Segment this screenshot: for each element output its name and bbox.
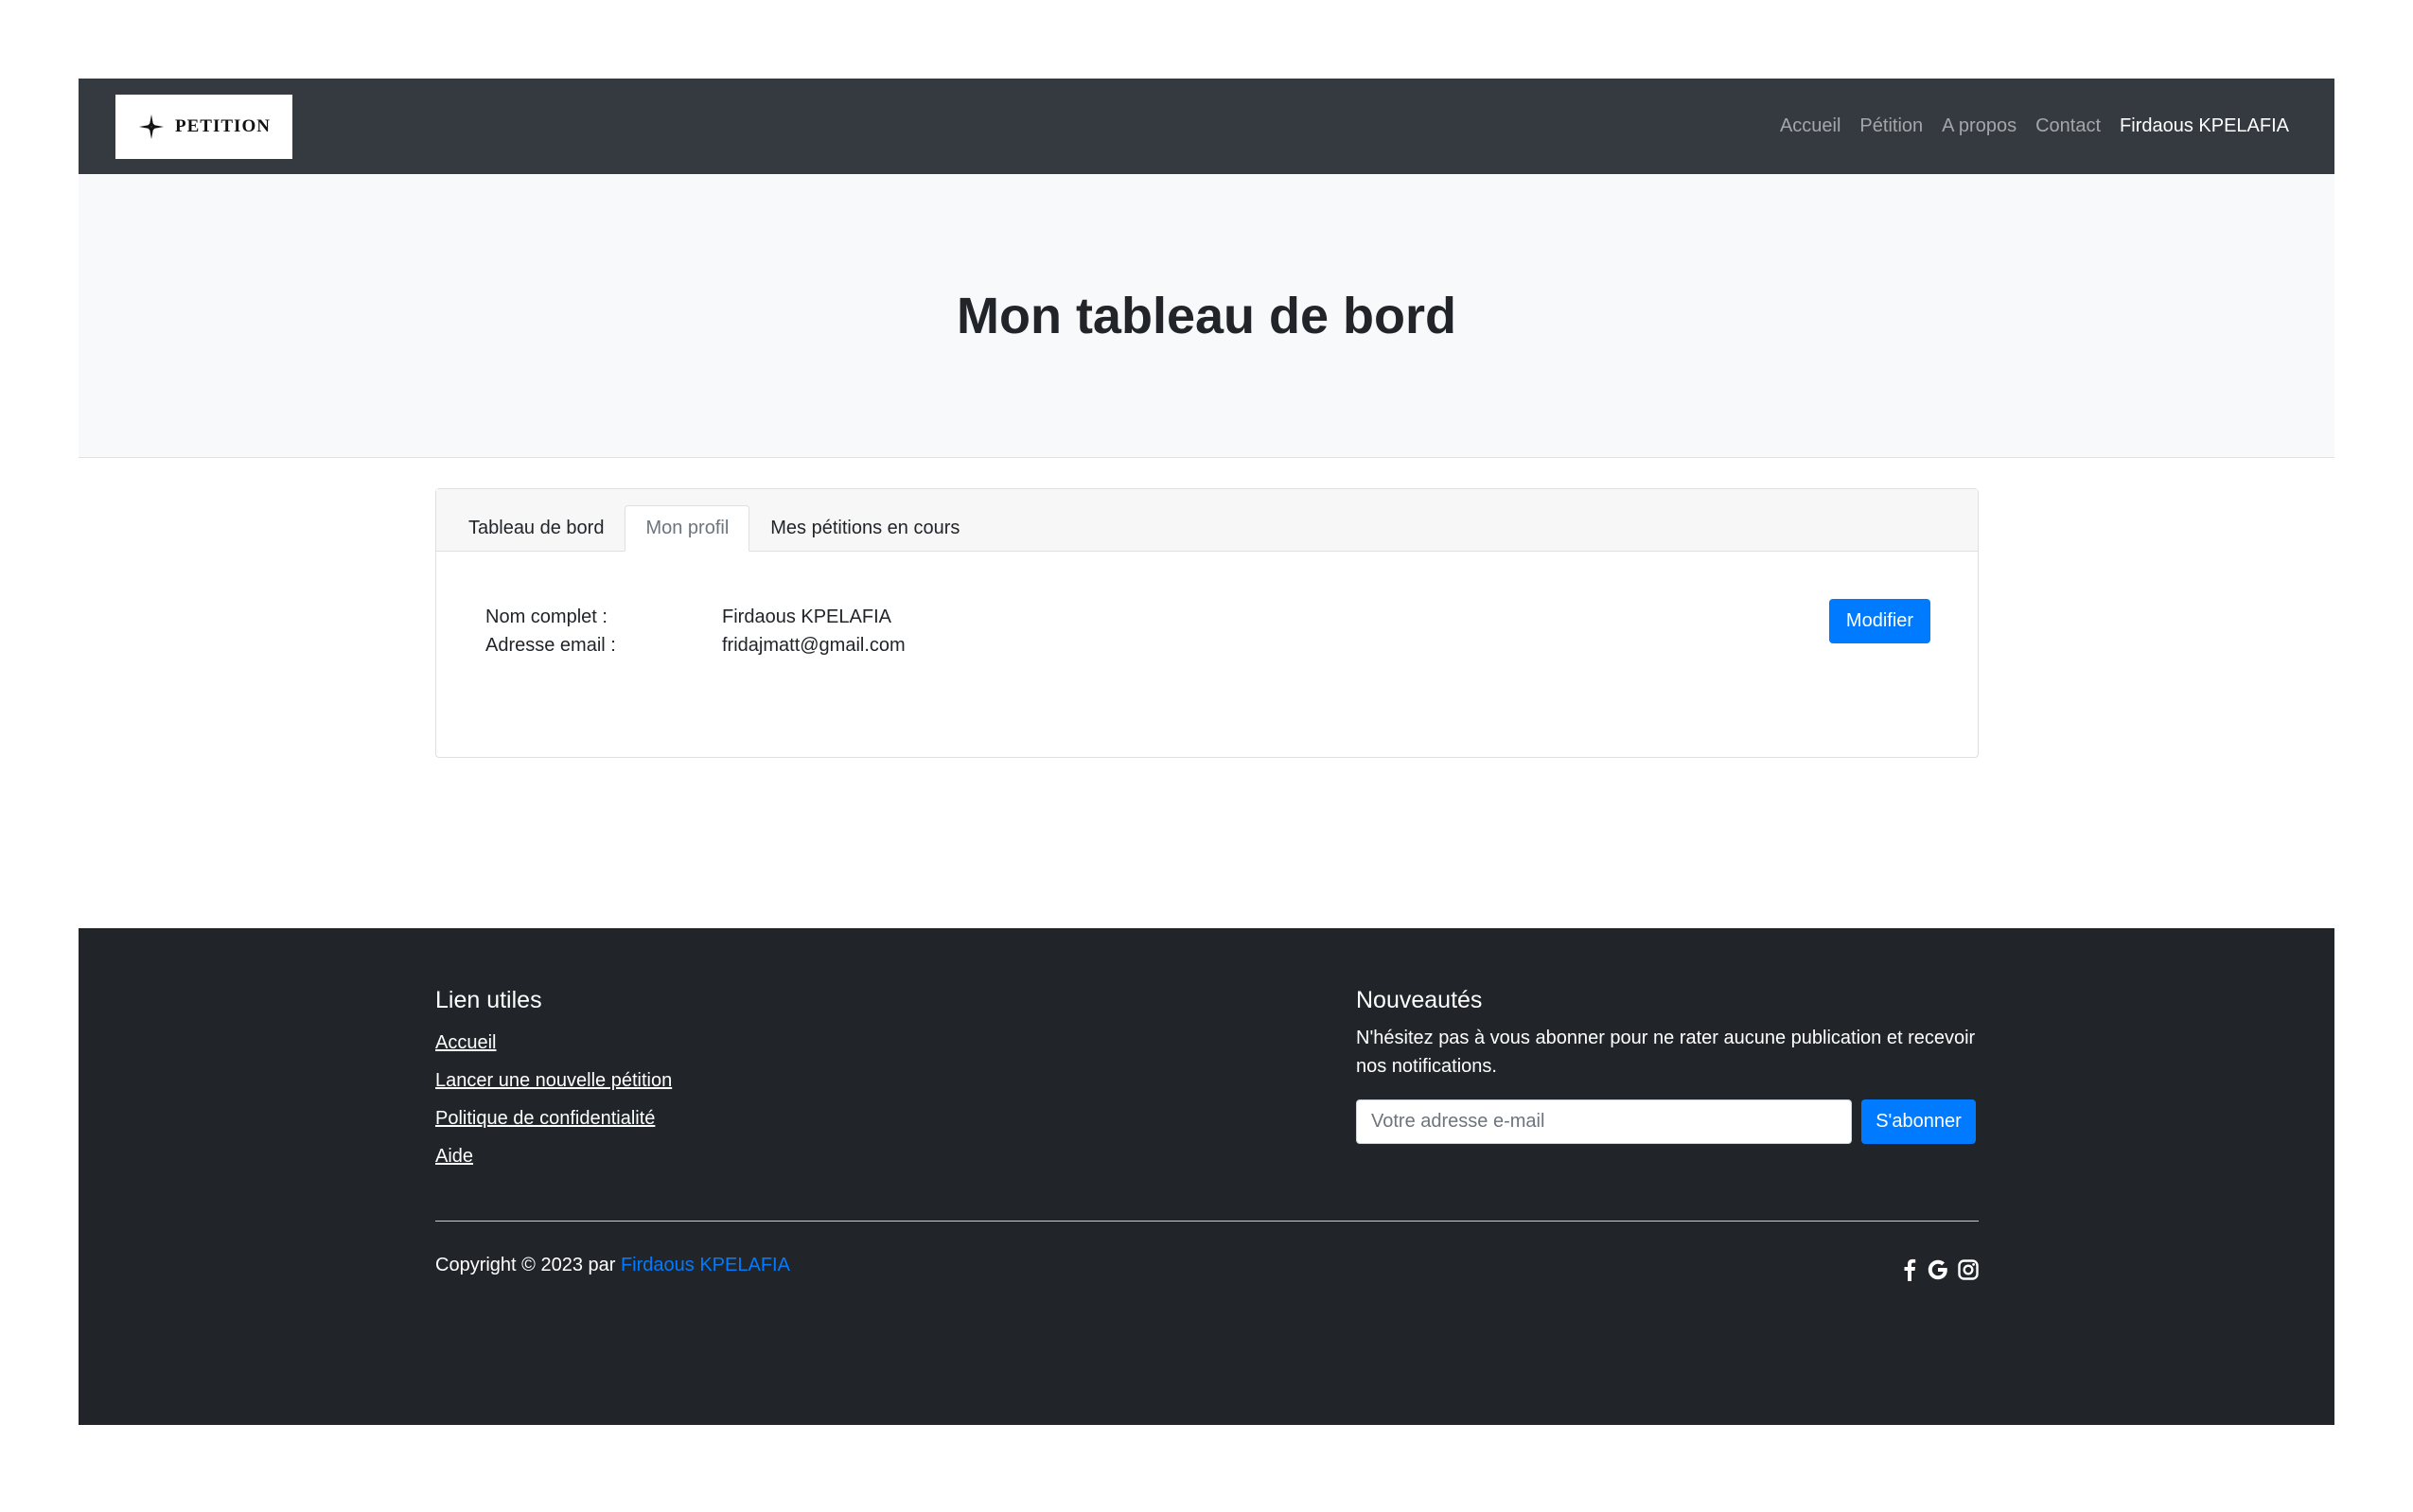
nav-item-a-propos[interactable]: A propos <box>1942 115 2017 137</box>
footer-divider <box>435 1221 1979 1222</box>
tab-bar: Tableau de bord Mon profil Mes pétitions… <box>436 489 1978 552</box>
email-label: Adresse email : <box>485 635 616 656</box>
subscribe-button[interactable]: S'abonner <box>1860 1099 1976 1144</box>
newsletter-section: Nouveautés N'hésitez pas à vous abonner … <box>1356 987 1976 1144</box>
newsletter-title: Nouveautés <box>1356 987 1483 1013</box>
footer-link-accueil[interactable]: Accueil <box>435 1024 672 1062</box>
modify-button[interactable]: Modifier <box>1829 599 1930 643</box>
footer-links-title: Lien utiles <box>435 987 542 1013</box>
instagram-icon[interactable] <box>1957 1257 1980 1282</box>
footer: Lien utiles Accueil Lancer une nouvelle … <box>79 928 2334 1425</box>
footer-links-section: Lien utiles Accueil Lancer une nouvelle … <box>435 987 672 1175</box>
page-title: Mon tableau de bord <box>956 287 1456 344</box>
facebook-icon[interactable] <box>1900 1257 1919 1282</box>
hero-section: Mon tableau de bord <box>79 174 2334 458</box>
nav-item-petition[interactable]: Pétition <box>1859 115 1923 137</box>
navbar: PETITION Accueil Pétition A propos Conta… <box>79 79 2334 174</box>
footer-link-new-petition[interactable]: Lancer une nouvelle pétition <box>435 1062 672 1099</box>
nav-item-accueil[interactable]: Accueil <box>1780 115 1841 137</box>
subscribe-form: S'abonner <box>1356 1099 1976 1144</box>
copyright-text: Copyright © 2023 par <box>435 1255 616 1275</box>
google-icon[interactable] <box>1927 1257 1949 1282</box>
tab-tableau-de-bord[interactable]: Tableau de bord <box>448 505 625 552</box>
copyright: Copyright © 2023 par Firdaous KPELAFIA <box>435 1255 790 1276</box>
profile-card: Tableau de bord Mon profil Mes pétitions… <box>435 488 1979 758</box>
tab-mon-profil[interactable]: Mon profil <box>625 505 750 552</box>
tab-mes-petitions[interactable]: Mes pétitions en cours <box>749 505 980 552</box>
footer-link-help[interactable]: Aide <box>435 1137 672 1175</box>
nav-item-contact[interactable]: Contact <box>2035 115 2101 137</box>
brand-name: PETITION <box>175 115 271 136</box>
nav-user-name[interactable]: Firdaous KPELAFIA <box>2120 115 2289 137</box>
nav-links: Accueil Pétition A propos Contact Firdao… <box>1780 115 2289 137</box>
profile-details: Nom complet : Firdaous KPELAFIA Adresse … <box>436 552 1978 711</box>
copyright-author-link[interactable]: Firdaous KPELAFIA <box>621 1255 790 1275</box>
name-label: Nom complet : <box>485 607 608 627</box>
newsletter-email-input[interactable] <box>1356 1099 1852 1144</box>
email-row: Adresse email : fridajmatt@gmail.com <box>485 631 1929 659</box>
name-value: Firdaous KPELAFIA <box>722 607 891 627</box>
footer-link-privacy[interactable]: Politique de confidentialité <box>435 1099 672 1137</box>
email-value: fridajmatt@gmail.com <box>722 635 906 656</box>
newsletter-text: N'hésitez pas à vous abonner pour ne rat… <box>1356 1028 1976 1077</box>
social-links <box>1900 1257 1980 1282</box>
compass-rose-icon <box>139 114 165 139</box>
name-row: Nom complet : Firdaous KPELAFIA <box>485 603 1929 631</box>
brand-logo[interactable]: PETITION <box>115 94 292 159</box>
